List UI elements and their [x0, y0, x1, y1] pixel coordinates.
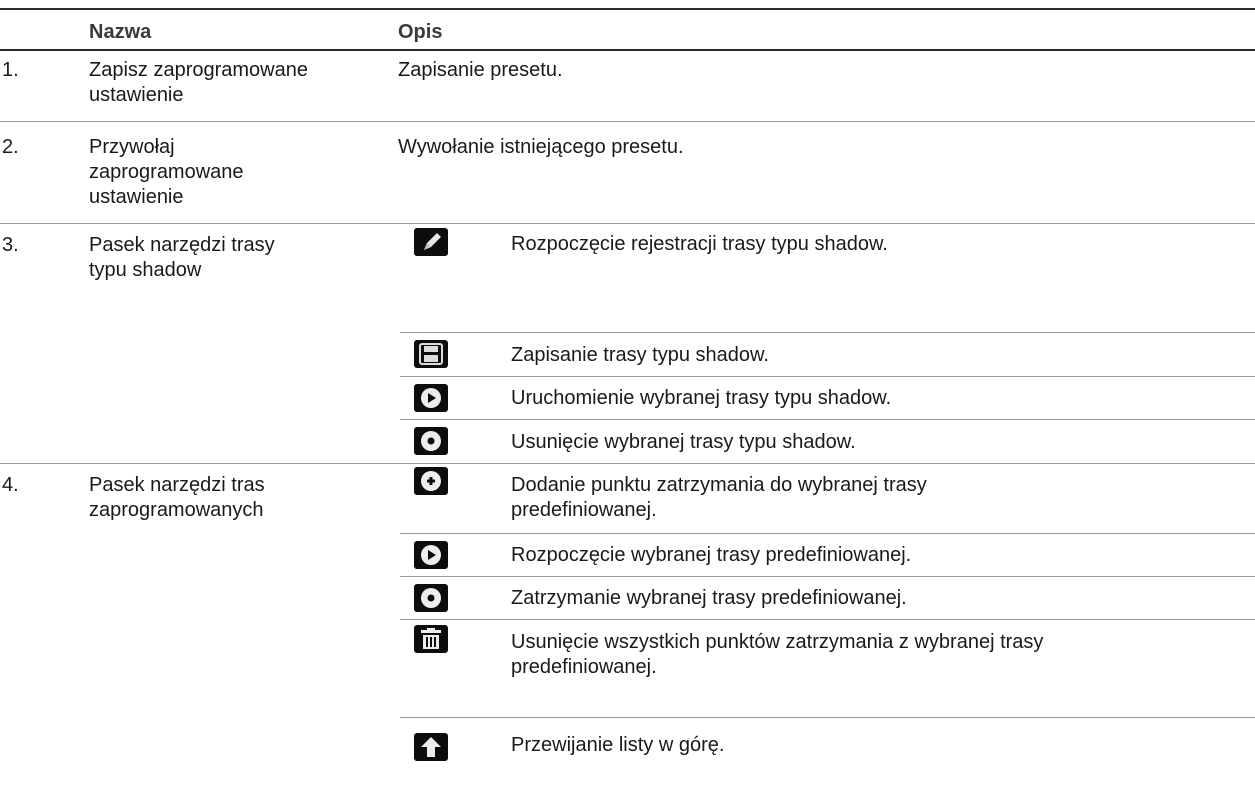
row-description: Wywołanie istniejącego presetu.: [398, 136, 684, 158]
column-header-description: Opis: [398, 21, 443, 43]
row-divider: [0, 223, 1255, 224]
row-divider: [0, 121, 1255, 122]
play-icon: [414, 541, 448, 569]
row-divider: [0, 463, 1255, 464]
stop-icon: [414, 584, 448, 612]
save-icon: [414, 340, 448, 368]
row-description: Zapisanie presetu.: [398, 59, 563, 81]
row-name-line: Pasek narzędzi trasy: [89, 234, 275, 256]
table-top-rule: [0, 8, 1255, 10]
stop-icon: [414, 427, 448, 455]
document-table: Nazwa Opis 1. Zapisz zaprogramowane usta…: [0, 0, 1255, 787]
row-name-line: zaprogramowane: [89, 161, 244, 183]
tool-description: Przewijanie listy w górę.: [511, 734, 725, 756]
tool-description: predefiniowanej.: [511, 499, 657, 521]
row-number: 4.: [2, 474, 19, 496]
column-header-name: Nazwa: [89, 21, 152, 43]
tool-description: Usunięcie wybranej trasy typu shadow.: [511, 431, 856, 453]
row-number: 2.: [2, 136, 19, 158]
row-name-line: ustawienie: [89, 186, 184, 208]
tool-description: Dodanie punktu zatrzymania do wybranej t…: [511, 474, 927, 496]
tool-description: predefiniowanej.: [511, 656, 657, 678]
row-divider: [400, 419, 1255, 420]
up-arrow-icon: [414, 733, 448, 761]
row-name-line: zaprogramowanych: [89, 499, 264, 521]
row-name-line: ustawienie: [89, 84, 184, 106]
header-bottom-rule: [0, 49, 1255, 51]
add-point-icon: [414, 467, 448, 495]
row-name-line: Przywołaj: [89, 136, 175, 158]
row-divider: [400, 717, 1255, 718]
tool-description: Rozpoczęcie rejestracji trasy typu shado…: [511, 233, 888, 255]
row-divider: [400, 533, 1255, 534]
trash-icon: [414, 625, 448, 653]
row-number: 3.: [2, 234, 19, 256]
row-name-line: typu shadow: [89, 259, 202, 281]
tool-description: Rozpoczęcie wybranej trasy predefiniowan…: [511, 544, 912, 566]
play-icon: [414, 384, 448, 412]
tool-description: Usunięcie wszystkich punktów zatrzymania…: [511, 631, 1044, 653]
row-number: 1.: [2, 59, 19, 81]
row-divider: [400, 376, 1255, 377]
tool-description: Zapisanie trasy typu shadow.: [511, 344, 769, 366]
row-name-line: Zapisz zaprogramowane: [89, 59, 308, 81]
tool-description: Zatrzymanie wybranej trasy predefiniowan…: [511, 587, 907, 609]
row-divider: [400, 576, 1255, 577]
tool-description: Uruchomienie wybranej trasy typu shadow.: [511, 387, 892, 409]
row-name-line: Pasek narzędzi tras: [89, 474, 265, 496]
pencil-icon: [414, 228, 448, 256]
row-divider: [400, 619, 1255, 620]
row-divider: [400, 332, 1255, 333]
